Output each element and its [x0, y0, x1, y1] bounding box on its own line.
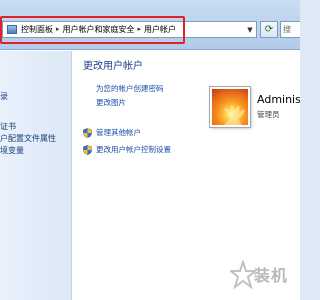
breadcrumb-user-accounts-family-safety[interactable]: 用户帐户和家庭安全 — [63, 24, 135, 35]
navigation-pane: 录 证书 户配置文件属性 境变量 — [0, 51, 72, 300]
watermark-text: 装机 — [254, 266, 289, 285]
page-title: 更改用户帐户 — [83, 61, 143, 72]
user-account-tile: Administ 管理员 — [204, 81, 300, 143]
refresh-button[interactable]: ⟳ — [260, 21, 278, 38]
avatar — [210, 87, 250, 127]
control-panel-window: 控制面板 ▸ 用户帐户和家庭安全 ▸ 用户帐户 ▼ ⟳ 搜 录 证书 户配置文件… — [0, 0, 300, 300]
uac-settings-link[interactable]: 更改用户帐户控制设置 — [83, 144, 171, 155]
link-label: 管理其他帐户 — [96, 128, 141, 137]
breadcrumb-control-panel[interactable]: 控制面板 — [21, 24, 53, 35]
change-picture-link[interactable]: 更改图片 — [96, 97, 126, 108]
star-icon — [230, 260, 256, 290]
breadcrumb-label: 控制面板 — [21, 25, 53, 34]
nav-item[interactable]: 录 — [0, 91, 8, 102]
create-password-link[interactable]: 为您的帐户创建密码 — [96, 83, 164, 94]
breadcrumb-separator-icon[interactable]: ▸ — [138, 26, 142, 33]
refresh-icon: ⟳ — [264, 24, 274, 35]
manage-other-accounts-link[interactable]: 管理其他帐户 — [83, 127, 141, 138]
flower-picture-icon — [223, 105, 245, 125]
uac-shield-icon — [83, 127, 92, 138]
nav-item-certificates[interactable]: 证书 — [0, 121, 16, 132]
watermark-logo: 装机 — [228, 258, 300, 296]
address-bar[interactable]: 控制面板 ▸ 用户帐户和家庭安全 ▸ 用户帐户 ▼ — [2, 21, 257, 38]
nav-item-profile-properties[interactable]: 户配置文件属性 — [0, 133, 56, 144]
user-role: 管理员 — [257, 110, 280, 119]
breadcrumb-label: 用户帐户和家庭安全 — [62, 25, 135, 34]
nav-item-environment-variables[interactable]: 境变量 — [0, 145, 24, 156]
breadcrumb-separator-icon[interactable]: ▸ — [56, 26, 60, 33]
link-label: 更改用户帐户控制设置 — [96, 145, 171, 154]
search-placeholder: 搜 — [283, 25, 291, 34]
window-header: 控制面板 ▸ 用户帐户和家庭安全 ▸ 用户帐户 ▼ ⟳ 搜 — [0, 0, 300, 50]
chevron-down-icon[interactable]: ▼ — [246, 25, 254, 35]
breadcrumb-label: 用户帐户 — [144, 25, 177, 34]
search-input[interactable]: 搜 — [280, 21, 300, 38]
control-panel-icon — [7, 25, 17, 34]
user-name: Administ — [257, 93, 300, 106]
uac-shield-icon — [83, 144, 92, 155]
breadcrumb-user-accounts[interactable]: 用户帐户 — [144, 24, 176, 35]
